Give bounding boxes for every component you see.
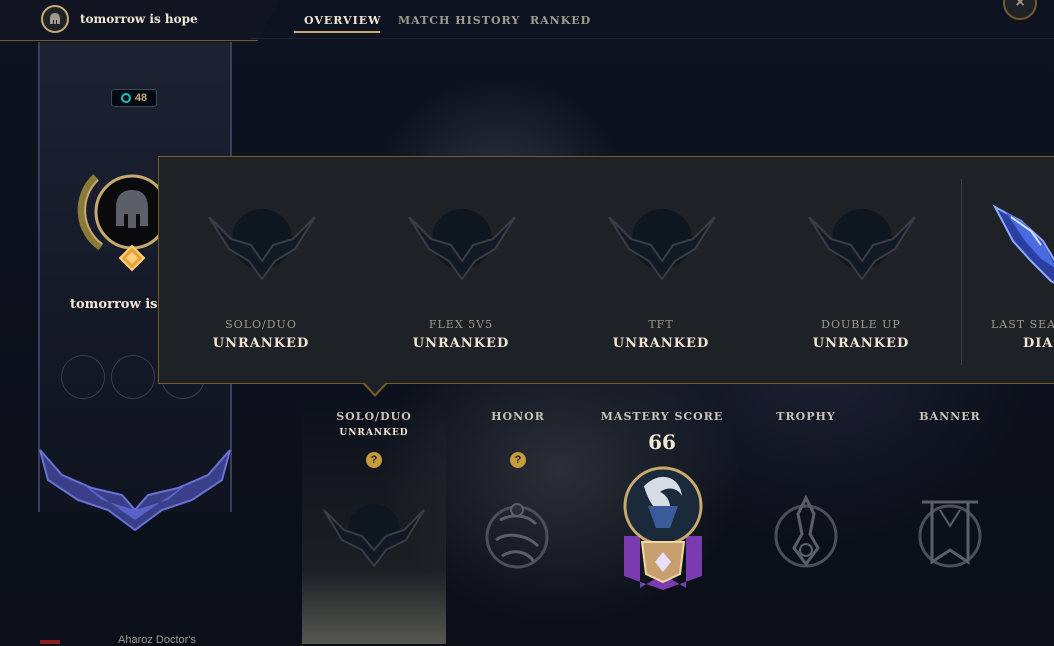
honor-help-icon[interactable]: ? <box>510 452 526 468</box>
queue-last-season[interactable]: LAST SEASON DIAMOND <box>963 157 1054 383</box>
showcase-mastery-label: MASTERY SCORE <box>600 410 724 423</box>
badge-slot-1[interactable] <box>61 355 105 399</box>
showcase-solo-label: SOLO/DUO <box>336 410 412 423</box>
queue-rank: UNRANKED <box>612 336 710 351</box>
queue-rank: UNRANKED <box>212 336 310 351</box>
queue-flex[interactable]: FLEX 5V5 UNRANKED <box>361 157 561 383</box>
level-value: 48 <box>134 92 148 104</box>
queue-solo-duo[interactable]: SOLO/DUO UNRANKED <box>161 157 361 383</box>
showcase-trophy-label: TROPHY <box>776 410 836 423</box>
queue-tft[interactable]: TFT UNRANKED <box>561 157 761 383</box>
banner-crest-icon <box>39 449 231 532</box>
unranked-crest-icon <box>608 209 716 281</box>
level-badge: 48 <box>111 89 157 107</box>
tab-match-history[interactable]: MATCH HISTORY <box>398 14 520 27</box>
unranked-crest-icon <box>408 209 516 281</box>
queue-label: LAST SEASON <box>991 318 1054 331</box>
tab-ranked[interactable]: RANKED <box>530 14 591 27</box>
queue-rank: UNRANKED <box>812 336 910 351</box>
banner-emblem-icon[interactable] <box>916 496 984 572</box>
queue-label: FLEX 5V5 <box>428 318 494 331</box>
unranked-crest-icon[interactable] <box>322 500 426 572</box>
popup-divider <box>961 179 962 365</box>
queue-double-up[interactable]: DOUBLE UP UNRANKED <box>761 157 961 383</box>
honor-emblem-icon[interactable] <box>482 500 552 574</box>
banner-bottom-accent <box>40 640 60 644</box>
helmet-icon <box>50 13 60 24</box>
popup-pointer-inner <box>364 382 386 394</box>
top-navigation-bar: tomorrow is hope OVERVIEW MATCH HISTORY … <box>0 0 1054 42</box>
queue-rank: UNRANKED <box>412 336 510 351</box>
close-icon: × <box>1015 0 1025 11</box>
level-ring-icon <box>120 93 131 103</box>
ranked-queues-popup: SOLO/DUO UNRANKED FLEX 5V5 UNRANKED TFT … <box>158 156 1054 384</box>
mastery-crest-icon[interactable] <box>620 466 706 590</box>
close-button[interactable]: × <box>1003 0 1037 20</box>
badge-slot-2[interactable] <box>111 355 155 399</box>
solo-help-icon[interactable]: ? <box>366 452 382 468</box>
queue-label: SOLO/DUO <box>225 318 297 331</box>
showcase-honor-label: HONOR <box>491 410 545 423</box>
unranked-crest-icon <box>208 209 316 281</box>
showcase-solo-rank: UNRANKED <box>339 428 409 438</box>
trophy-emblem-icon[interactable] <box>772 494 840 572</box>
showcase-banner-label: BANNER <box>919 410 981 423</box>
queue-label: DOUBLE UP <box>821 318 901 331</box>
topbar-summoner-name: tomorrow is hope <box>80 12 198 26</box>
diamond-crest-icon <box>992 204 1054 284</box>
queue-label: TFT <box>648 318 674 331</box>
unranked-crest-icon <box>808 209 916 281</box>
topbar-divider <box>250 38 1054 39</box>
mini-avatar[interactable] <box>41 5 69 33</box>
footer-text: Aharoz Doctor's <box>118 634 196 646</box>
active-tab-indicator <box>294 31 380 33</box>
queue-rank: DIAMOND <box>1023 336 1054 351</box>
mastery-score-value: 66 <box>648 430 676 454</box>
tab-overview[interactable]: OVERVIEW <box>304 14 381 27</box>
